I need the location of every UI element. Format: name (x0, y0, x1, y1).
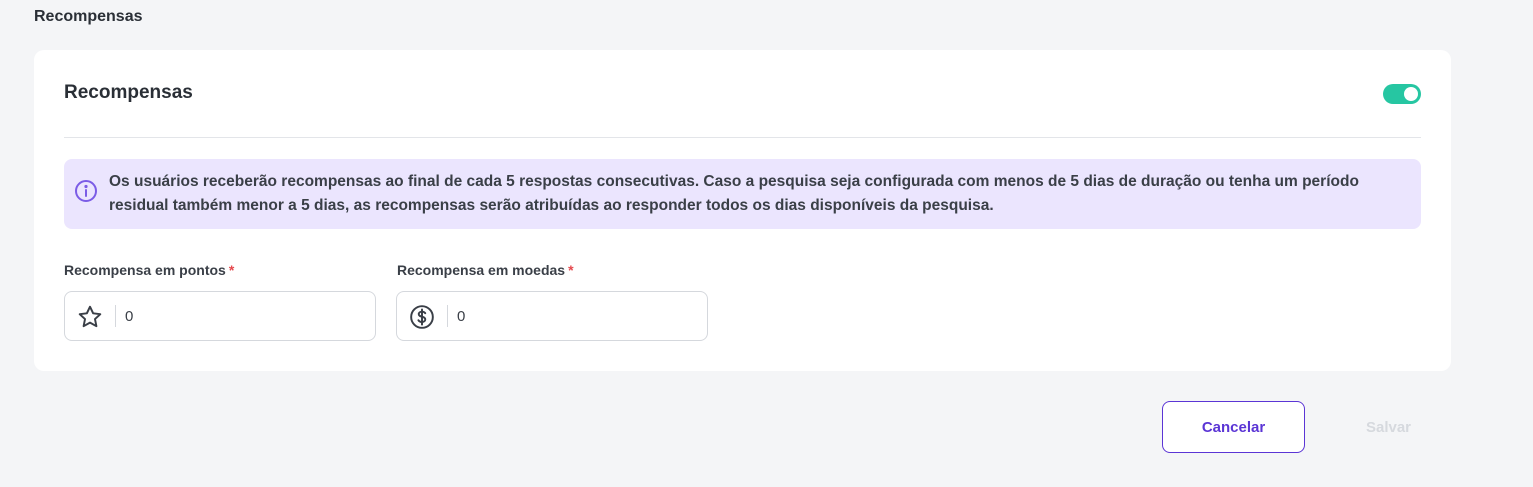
rewards-card: Recompensas Os usuários receberão recomp… (34, 50, 1451, 371)
coins-label-text: Recompensa em moedas (397, 262, 566, 278)
points-field-label: Recompensa em pontos * (64, 262, 234, 278)
required-marker: * (228, 262, 235, 278)
points-input-wrapper (64, 291, 376, 341)
info-banner: Os usuários receberão recompensas ao fin… (64, 159, 1421, 229)
coins-input-wrapper (396, 291, 708, 341)
input-divider (447, 305, 448, 327)
required-marker: * (568, 262, 574, 278)
star-icon (78, 305, 102, 328)
card-title: Recompensas (64, 82, 193, 103)
input-divider (115, 305, 116, 327)
points-label-text: Recompensa em pontos (64, 262, 226, 278)
page-heading: Recompensas (34, 8, 143, 25)
coins-field-label: Recompensa em moedas * (397, 262, 574, 278)
info-icon (75, 180, 97, 202)
coins-input[interactable] (457, 304, 687, 328)
info-text: Os usuários receberão recompensas ao fin… (109, 173, 1359, 214)
card-header: Recompensas (64, 80, 1421, 138)
dollar-coin-icon (410, 305, 434, 329)
points-input[interactable] (125, 304, 355, 328)
cancel-button[interactable]: Cancelar (1162, 401, 1305, 453)
save-button[interactable]: Salvar (1330, 401, 1447, 453)
rewards-toggle[interactable] (1383, 84, 1421, 104)
toggle-knob (1404, 87, 1418, 101)
